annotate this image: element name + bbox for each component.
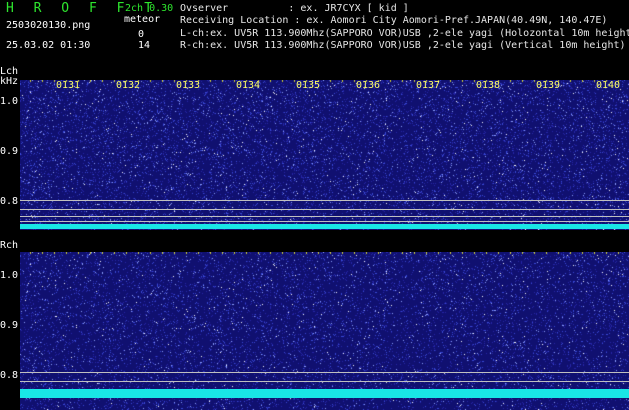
time-tick: 0139 <box>536 80 561 91</box>
lch-ytick-0-8: 0.8 <box>0 196 19 207</box>
time-tick: 0133 <box>176 80 201 91</box>
meteor-count-rch: 14 <box>138 40 151 51</box>
meteor-count-lch: 0 <box>138 29 145 40</box>
time-tick: 0134 <box>236 80 261 91</box>
time-tick: 0132 <box>116 80 141 91</box>
rch-ytick-0-9: 0.9 <box>0 320 19 331</box>
time-tick: 0138 <box>476 80 501 91</box>
lch-ref-line <box>20 216 629 217</box>
location-info: Receiving Location : ex. Aomori City Aom… <box>180 15 608 26</box>
rch-ref-line <box>20 381 629 382</box>
lch-receiver-info: L-ch:ex. UV5R 113.900Mhz(SAPPORO VOR)USB… <box>180 28 629 39</box>
rch-ytick-0-8: 0.8 <box>0 370 19 381</box>
time-tick: 0137 <box>416 80 441 91</box>
datetime-label: 25.03.02 01:30 <box>6 40 91 51</box>
lch-ref-line <box>20 200 629 201</box>
time-tick: 0131 <box>56 80 81 91</box>
lch-spectrogram <box>20 80 629 230</box>
lch-ytick-1-0: 1.0 <box>0 96 19 107</box>
lch-unit-label: kHz <box>0 76 19 87</box>
rch-ytick-1-0: 1.0 <box>0 270 19 281</box>
filename-label: 2503020130.png <box>6 20 91 31</box>
time-tick: 0136 <box>356 80 381 91</box>
lch-ref-line <box>20 209 629 210</box>
observer-info: Ovserver : ex. JR7CYX [ kid ] <box>180 3 409 14</box>
time-tick: 0140 <box>596 80 621 91</box>
lch-ytick-0-9: 0.9 <box>0 146 19 157</box>
time-tick: 0135 <box>296 80 321 91</box>
rch-spectrogram <box>20 252 629 410</box>
meteor-label: meteor <box>124 14 161 25</box>
lch-ref-line <box>20 221 629 222</box>
lch-noise-band <box>20 224 629 229</box>
rch-noise-band <box>20 389 629 398</box>
rch-ref-line <box>20 372 629 373</box>
version-label: 2ch 0.30 <box>125 3 174 14</box>
rch-receiver-info: R-ch:ex. UV5R 113.900Mhz(SAPPORO VOR)USB… <box>180 40 626 51</box>
rch-label: Rch <box>0 240 19 251</box>
